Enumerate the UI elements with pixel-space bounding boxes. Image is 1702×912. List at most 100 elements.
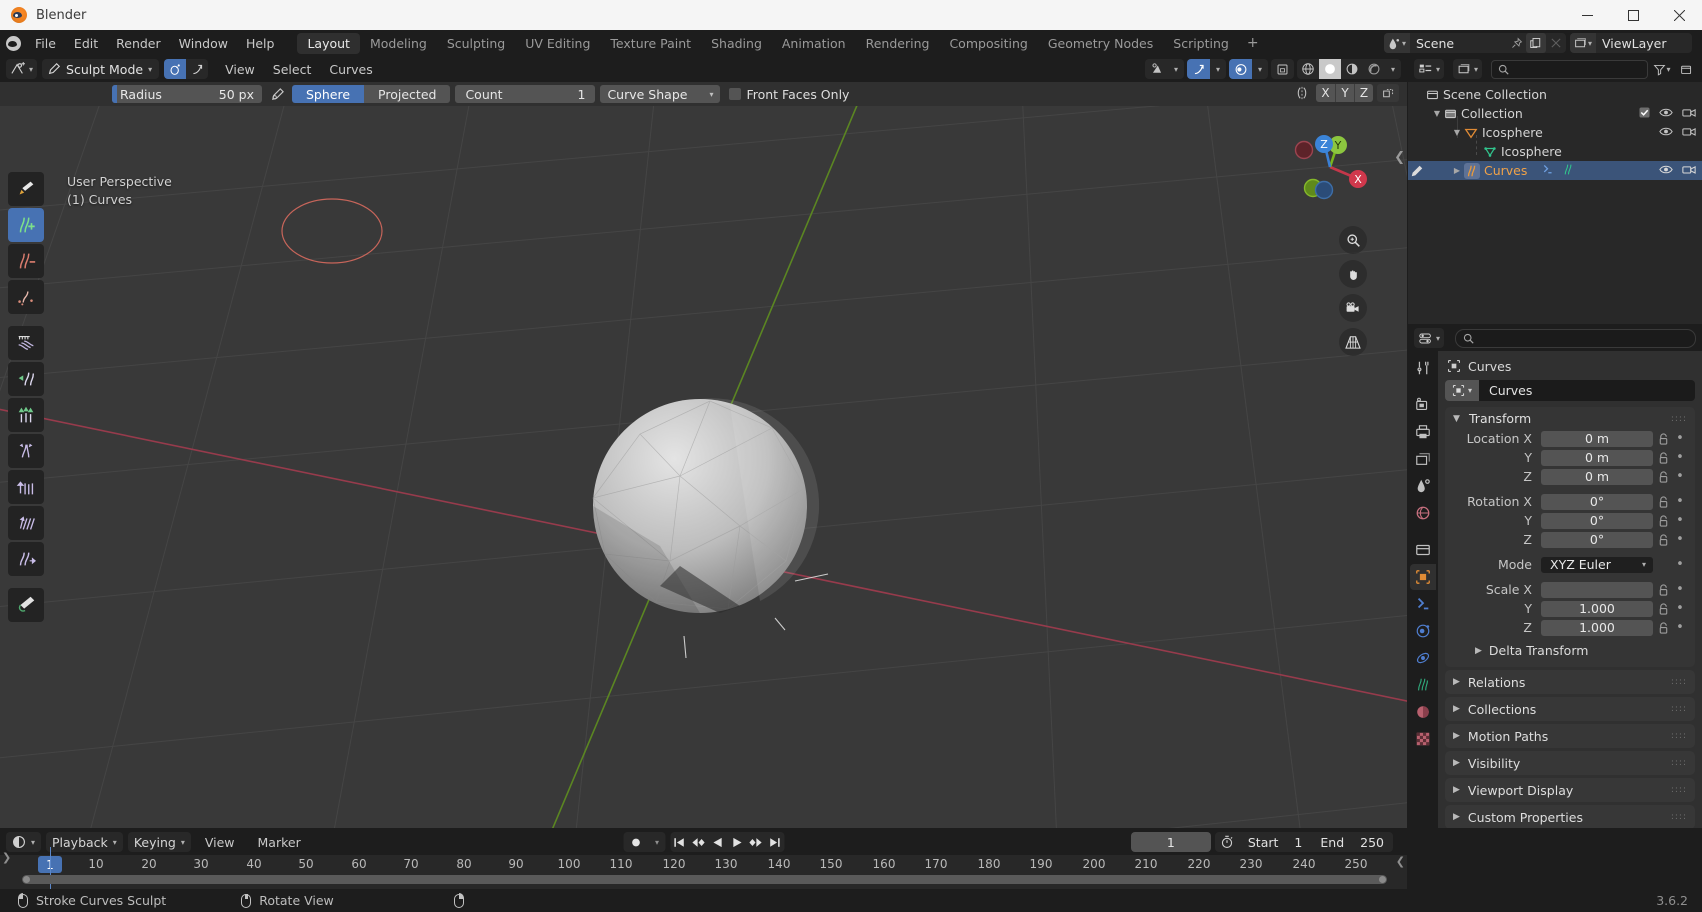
timeline-editor-type-icon[interactable]: ▾ <box>6 832 42 852</box>
tool-annotate-icon[interactable] <box>8 588 44 622</box>
rotation-y-animate-dot[interactable]: • <box>1673 513 1687 528</box>
workspace-tab-modeling[interactable]: Modeling <box>360 33 437 54</box>
symmetry-icon[interactable] <box>1292 84 1312 102</box>
workspace-tab-texture-paint[interactable]: Texture Paint <box>600 33 701 54</box>
rotation-y-lock-icon[interactable] <box>1653 514 1673 527</box>
properties-tab-collection[interactable] <box>1410 537 1436 563</box>
timeline-keying-menu[interactable]: Keying ▾ <box>127 832 191 852</box>
pan-hand-icon[interactable] <box>1339 260 1367 288</box>
scale-y-lock-icon[interactable] <box>1653 602 1673 615</box>
properties-tab-particles[interactable] <box>1410 618 1436 644</box>
mode-selector[interactable]: Sculpt Mode ▾ <box>42 59 160 79</box>
timeline-sidebar-toggle-icon[interactable]: ❯ <box>2 851 11 864</box>
workspace-tab-geometry-nodes[interactable]: Geometry Nodes <box>1038 33 1163 54</box>
menu-help[interactable]: Help <box>237 30 284 56</box>
pressure-icon[interactable] <box>267 85 287 103</box>
show-gizmo-toggle[interactable] <box>1271 59 1294 79</box>
minimize-button[interactable] <box>1564 0 1610 30</box>
count-field[interactable]: Count 1 <box>455 85 596 103</box>
collections-chevron-right-icon[interactable]: ▶ <box>1453 704 1460 714</box>
timeline-ruler[interactable]: 1 10 20 30 40 50 60 70 80 90 100 110 120… <box>0 855 1407 875</box>
filter-icon[interactable]: ▾ <box>1652 59 1672 79</box>
rotation-mode-dropdown[interactable]: XYZ Euler ▾ <box>1541 556 1653 573</box>
properties-tab-scene[interactable] <box>1410 473 1436 499</box>
collection-eye-icon[interactable] <box>1659 106 1673 121</box>
custom-properties-chevron-right-icon[interactable]: ▶ <box>1453 812 1460 822</box>
properties-tab-physics[interactable] <box>1410 645 1436 671</box>
properties-editor-type-icon[interactable]: ▾ <box>1414 328 1445 348</box>
timeline-marker-menu[interactable]: Marker <box>249 832 310 852</box>
outliner-search-input[interactable] <box>1491 59 1648 79</box>
rotation-mode-animate-dot[interactable]: • <box>1673 557 1687 572</box>
play-reverse-icon[interactable] <box>708 832 727 852</box>
motion-paths-chevron-right-icon[interactable]: ▶ <box>1453 731 1460 741</box>
properties-tab-render[interactable] <box>1410 392 1436 418</box>
curves-modifier-icon[interactable] <box>1541 163 1554 179</box>
workspace-tab-rendering[interactable]: Rendering <box>856 33 940 54</box>
start-frame-field[interactable]: Start 1 <box>1239 832 1312 852</box>
location-x-animate-dot[interactable]: • <box>1673 431 1687 446</box>
location-z-lock-icon[interactable] <box>1653 470 1673 483</box>
rotation-x-lock-icon[interactable] <box>1653 495 1673 508</box>
end-frame-field[interactable]: End 250 <box>1311 832 1393 852</box>
scale-y-value[interactable]: 1.000 <box>1541 600 1653 617</box>
sculpt-falloff-icon[interactable] <box>186 59 209 79</box>
tool-pinch-icon[interactable] <box>8 434 44 468</box>
icosphere-disclosure-icon[interactable]: ▼ <box>1450 128 1464 137</box>
rotation-y-value[interactable]: 0° <box>1541 512 1653 529</box>
curve-shape-dropdown[interactable]: Curve Shape ▾ <box>600 85 721 103</box>
visibility-selector[interactable]: ▾ <box>1145 59 1184 79</box>
workspace-tab-compositing[interactable]: Compositing <box>939 33 1037 54</box>
sculpt-symmetry-icon[interactable] <box>164 59 187 79</box>
icosphere-camera-icon[interactable] <box>1682 125 1696 140</box>
front-faces-checkbox-box[interactable] <box>729 88 742 100</box>
rotation-z-value[interactable]: 0° <box>1541 531 1653 548</box>
record-icon[interactable] <box>623 832 649 852</box>
outliner-tree[interactable]: Scene Collection ▼ Collection ▼ Icospher… <box>1408 82 1702 324</box>
shading-chevron-down-icon[interactable]: ▾ <box>1385 59 1401 79</box>
object-id-block[interactable]: ▾ Curves <box>1445 380 1695 401</box>
collection-disclosure-icon[interactable]: ▼ <box>1430 109 1444 118</box>
tool-smooth-icon[interactable] <box>8 542 44 576</box>
menu-edit[interactable]: Edit <box>65 30 107 56</box>
rotation-x-animate-dot[interactable]: • <box>1673 494 1687 509</box>
snap-chevron-down-icon[interactable]: ▾ <box>1210 59 1226 79</box>
properties-tab-texture[interactable] <box>1410 726 1436 752</box>
properties-tab-view-layer[interactable] <box>1410 446 1436 472</box>
properties-tab-output[interactable] <box>1410 419 1436 445</box>
snap-magnet-icon[interactable] <box>1187 59 1210 79</box>
timeline-view-menu[interactable]: View <box>196 832 244 852</box>
tool-comb-icon[interactable] <box>8 326 44 360</box>
properties-tab-material[interactable] <box>1410 699 1436 725</box>
curves-data-icon[interactable] <box>1562 163 1575 179</box>
outliner-row-scene-collection[interactable]: Scene Collection <box>1408 85 1702 104</box>
shading-solid-icon[interactable] <box>1319 59 1341 79</box>
symmetry-axis-z[interactable]: Z <box>1354 84 1373 102</box>
transform-drag-handle[interactable]: :::: <box>1671 414 1687 424</box>
tool-add-curves-icon[interactable] <box>8 208 44 242</box>
timeline-playback-menu[interactable]: Playback ▾ <box>46 832 123 852</box>
menu-file[interactable]: File <box>26 30 65 56</box>
properties-tab-world[interactable] <box>1410 500 1436 526</box>
viewport-display-panel[interactable]: ▶ Viewport Display :::: <box>1445 778 1695 802</box>
symmetry-axis-x[interactable]: X <box>1316 84 1335 102</box>
timeline-right-toggle-icon[interactable]: ❮ <box>1396 855 1405 868</box>
unlink-scene-icon[interactable] <box>1546 33 1566 53</box>
outliner-display-mode-icon[interactable]: ▾ <box>1453 59 1483 79</box>
symmetry-axis-y[interactable]: Y <box>1335 84 1354 102</box>
outliner-editor-type-icon[interactable]: ▾ <box>1414 59 1445 79</box>
scale-z-animate-dot[interactable]: • <box>1673 620 1687 635</box>
viewport-menu-view[interactable]: View <box>216 56 264 82</box>
outliner-row-collection[interactable]: ▼ Collection <box>1408 104 1702 123</box>
scale-x-lock-icon[interactable] <box>1653 583 1673 596</box>
rotation-z-lock-icon[interactable] <box>1653 533 1673 546</box>
workspace-tab-shading[interactable]: Shading <box>701 33 772 54</box>
shading-mode-selector[interactable]: ▾ <box>1297 59 1401 79</box>
delta-transform-subpanel[interactable]: ▶ Delta Transform <box>1453 641 1687 660</box>
jump-start-icon[interactable] <box>670 832 689 852</box>
auto-keying-chevron-down-icon[interactable]: ▾ <box>649 832 665 852</box>
stopwatch-icon[interactable] <box>1215 832 1239 852</box>
front-faces-only-checkbox[interactable]: Front Faces Only <box>729 87 849 102</box>
shading-rendered-icon[interactable] <box>1363 59 1385 79</box>
proportional-chevron-down-icon[interactable]: ▾ <box>1252 59 1268 79</box>
